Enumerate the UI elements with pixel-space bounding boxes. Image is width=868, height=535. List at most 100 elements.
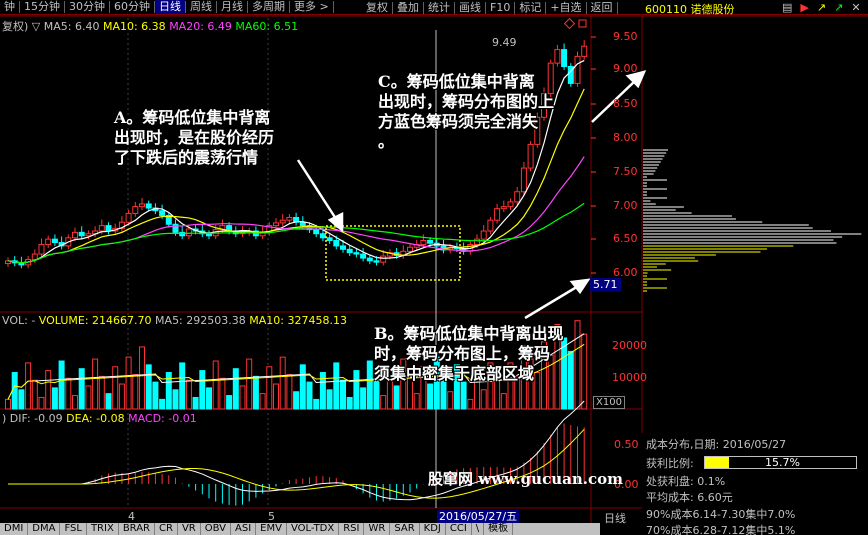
candle-body [51, 238, 58, 244]
volume-bar [172, 389, 179, 410]
volume-bar [25, 362, 32, 410]
profit-ratio-label: 获利比例: [646, 457, 694, 470]
macd-axis-050: 0.50 [614, 438, 639, 451]
price-axis-label: 7.00 [613, 199, 638, 212]
indicator-tab-10[interactable]: VOL-TDX [287, 523, 340, 535]
price-axis-label: 7.50 [613, 165, 638, 178]
candle-body [85, 233, 92, 237]
indicator-tab-15[interactable]: CCI [446, 523, 472, 535]
candle-body [514, 191, 521, 203]
volume-bar [65, 377, 72, 410]
candle-body [340, 245, 346, 250]
indicator-tab-13[interactable]: SAR [390, 523, 420, 535]
indicator-tab-16[interactable]: \ [472, 523, 485, 535]
ma-prefix: 复权) ▽ [2, 20, 41, 33]
macd-indicator-line: ) DIF: -0.09 DEA: -0.08 MACD: -0.01 [2, 412, 197, 425]
candle-body [360, 253, 367, 259]
volume-bar [112, 366, 119, 410]
volume-bar [125, 356, 132, 410]
volume-bar [393, 385, 400, 410]
macd-prefix: ) [2, 412, 10, 425]
indicator-tab-12[interactable]: WR [364, 523, 391, 535]
macd-histogram [87, 423, 585, 506]
indicator-tab-1[interactable]: DMA [28, 523, 61, 535]
candle-body [427, 240, 434, 244]
volume-bar [192, 396, 199, 410]
candle-body [581, 45, 588, 57]
candle-body [98, 225, 105, 232]
indicator-tab-9[interactable]: EMV [256, 523, 287, 535]
price-axis-label: 9.50 [613, 30, 638, 43]
volume-bar [18, 389, 25, 410]
indicator-tab-0[interactable]: DMI [0, 523, 29, 535]
price-axis-label: 9.00 [613, 62, 638, 75]
volume-bar [179, 362, 186, 410]
volume-bar [266, 366, 273, 410]
cost-dist-title: 成本分布,日期: 2016/05/27 [646, 438, 787, 451]
candle-body [273, 222, 279, 227]
avg-cost-row: 平均成本: 6.60元 [646, 491, 733, 504]
profit-ratio-value: 15.7% [765, 456, 800, 469]
candle-body [78, 231, 85, 237]
volume-bar [232, 368, 239, 410]
candle-body [380, 255, 387, 263]
volume-bar [132, 373, 139, 410]
indicator-tab-8[interactable]: ASI [231, 523, 257, 535]
volume-bar [92, 358, 99, 410]
candle-body [185, 228, 192, 237]
dif-value: DIF: -0.09 [9, 412, 63, 425]
volume-bar [279, 356, 286, 410]
volume-bar [326, 389, 333, 410]
price-axis-label: 6.50 [613, 232, 638, 245]
profit-ratio-row: 获利比例: [646, 455, 694, 471]
candle-body [494, 208, 501, 221]
chart-markers [563, 17, 587, 30]
candle-body [346, 248, 353, 254]
volume-bar [212, 360, 219, 410]
indicator-tab-3[interactable]: TRIX [87, 523, 119, 535]
vol-prefix: VOL: - [2, 314, 36, 327]
cost-distribution-panel: 成本分布,日期: 2016/05/27 获利比例: 15.7% 处获利盘: 0.… [642, 433, 868, 535]
candle-body [574, 55, 581, 84]
volume-bar [45, 370, 52, 410]
indicator-tabs: DMI DMA FSL TRIX BRAR CR VR OBV ASI EMV VOL-TDX RSI… [0, 523, 600, 535]
candle-body [353, 252, 360, 255]
indicator-tab-4[interactable]: BRAR [119, 523, 156, 535]
candle-body [45, 238, 52, 246]
ma10-value: MA10: 6.38 [102, 20, 166, 33]
volume-bar [333, 362, 340, 410]
dea-value: DEA: -0.08 [66, 412, 125, 425]
vol-ma5-value: MA5: 292503.38 [155, 314, 246, 327]
candle-body [480, 230, 487, 240]
candle-body [373, 260, 380, 263]
cost-70-row: 70%成本6.28-7.12集中5.1% [646, 524, 796, 535]
indicator-tab-2[interactable]: FSL [60, 523, 87, 535]
volume-value: VOLUME: 214667.70 [38, 314, 152, 327]
candle-body [333, 240, 340, 247]
profit-ratio-fill [705, 457, 729, 468]
indicator-tab-7[interactable]: OBV [201, 523, 232, 535]
ma-indicator-line: 复权) ▽ MA5: 6.40 MA10: 6.38 MA20: 6.49 MA… [2, 18, 298, 34]
indicator-tab-14[interactable]: KDJ [420, 523, 446, 535]
current-price-tag: 5.71 [590, 278, 621, 291]
indicator-tab-17[interactable]: 模板 [484, 523, 514, 535]
volume-bar [380, 395, 387, 410]
candle-body [507, 201, 514, 208]
candle-body [319, 233, 326, 239]
candle-body [407, 246, 413, 252]
candle-body [299, 221, 306, 227]
volume-bar [500, 393, 507, 410]
volume-bar [145, 364, 152, 410]
ma60-value: MA60: 6.51 [235, 20, 299, 33]
indicator-tab-5[interactable]: CR [155, 523, 178, 535]
candle-body [420, 240, 427, 246]
volume-bar [72, 395, 78, 410]
month-dividers [127, 18, 269, 508]
volume-bar [78, 368, 85, 410]
candle-body [313, 229, 320, 235]
indicator-tab-6[interactable]: VR [178, 523, 201, 535]
volume-bar [239, 385, 246, 410]
volume-bar [427, 383, 434, 410]
volume-indicator-line: VOL: - VOLUME: 214667.70 MA5: 292503.38 … [2, 314, 347, 327]
indicator-tab-11[interactable]: RSI [339, 523, 365, 535]
